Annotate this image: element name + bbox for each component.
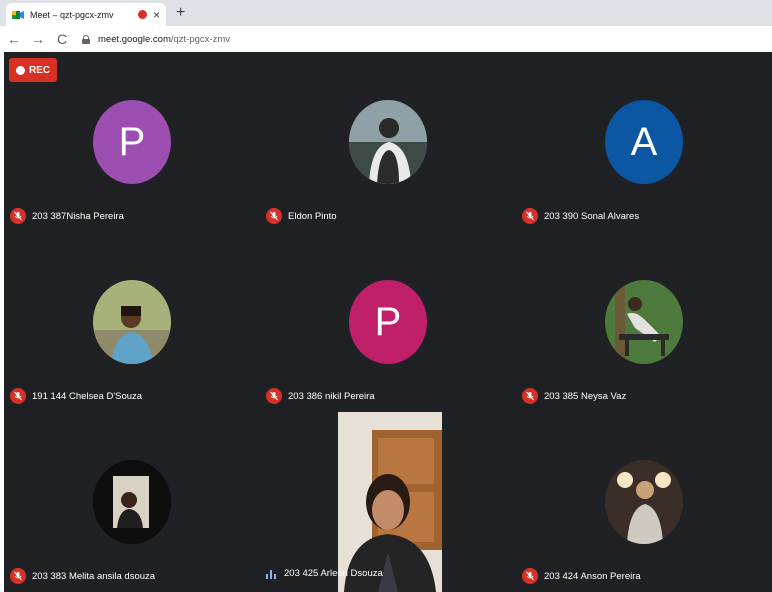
participant-tile[interactable]: A 203 390 Sonal Alvares	[516, 52, 772, 232]
avatar	[349, 100, 427, 184]
participant-tile[interactable]: 203 383 Melita ansila dsouza	[4, 412, 260, 592]
meet-stage: REC P 203 387Nisha Pereira Eldon Pinto A	[4, 52, 772, 592]
mic-off-icon	[266, 388, 282, 404]
avatar	[93, 460, 171, 544]
avatar: A	[605, 100, 683, 184]
avatar: P	[93, 100, 171, 184]
participant-name-bar: 203 385 Neysa Vaz	[522, 388, 626, 404]
tab-title: Meet – qzt-pgcx-zmv	[30, 9, 114, 20]
participant-name: Eldon Pinto	[288, 210, 337, 222]
tab-close-button[interactable]: ×	[153, 9, 160, 21]
participant-name-bar: 203 386 nikil Pereira	[266, 388, 375, 404]
participant-name-bar: 191 144 Chelsea D'Souza	[10, 388, 142, 404]
reload-button[interactable]: C	[52, 31, 72, 47]
participant-tile[interactable]: P 203 387Nisha Pereira	[4, 52, 260, 232]
avatar	[93, 280, 171, 364]
participant-tile[interactable]: 203 385 Neysa Vaz	[516, 232, 772, 412]
participant-name-bar: 203 383 Melita ansila dsouza	[10, 568, 155, 584]
participant-tile[interactable]: 191 144 Chelsea D'Souza	[4, 232, 260, 412]
mic-off-icon	[522, 568, 538, 584]
meet-favicon-icon	[12, 10, 24, 19]
lock-icon	[82, 34, 90, 44]
avatar	[605, 280, 683, 364]
participant-tile[interactable]: 203 424 Anson Pereira	[516, 412, 772, 592]
camera-feed	[338, 412, 442, 592]
url-path: /qzt-pgcx-zmv	[170, 33, 230, 45]
avatar-letter: P	[374, 299, 402, 344]
participant-name: 203 390 Sonal Alvares	[544, 210, 640, 222]
mic-off-icon	[266, 208, 282, 224]
avatar-letter: P	[118, 119, 146, 164]
participant-tile[interactable]: Eldon Pinto	[260, 52, 516, 232]
participant-name: 203 387Nisha Pereira	[32, 210, 124, 222]
participant-name-bar: 203 425 Arleen Dsouza	[266, 568, 383, 579]
avatar	[605, 460, 683, 544]
mic-off-icon	[10, 388, 26, 404]
camera-video	[338, 412, 442, 592]
participant-name: 191 144 Chelsea D'Souza	[32, 390, 143, 402]
profile-photo	[605, 280, 683, 364]
participant-name-bar: 203 390 Sonal Alvares	[522, 208, 639, 224]
speaking-indicator-icon	[266, 569, 276, 579]
profile-photo	[349, 100, 427, 184]
url-host: meet.google.com	[98, 33, 171, 45]
back-button[interactable]: ←	[4, 31, 24, 47]
avatar-letter: A	[630, 119, 658, 164]
participant-name-bar: 203 387Nisha Pereira	[10, 208, 124, 224]
participant-name: 203 424 Anson Pereira	[544, 570, 641, 582]
participant-name: 203 383 Melita ansila dsouza	[32, 570, 156, 582]
participant-name: 203 425 Arleen Dsouza	[284, 568, 383, 579]
participant-tile[interactable]: P 203 386 nikil Pereira	[260, 232, 516, 412]
recording-indicator-icon	[137, 10, 147, 19]
participant-name-bar: Eldon Pinto	[266, 208, 337, 224]
mic-off-icon	[522, 208, 538, 224]
profile-photo	[93, 280, 171, 364]
forward-button[interactable]: →	[28, 31, 48, 47]
browser-chrome: Meet – qzt-pgcx-zmv × + ← → C meet.googl…	[0, 0, 772, 52]
mic-off-icon	[522, 388, 538, 404]
participant-name: 203 386 nikil Pereira	[288, 390, 375, 402]
participant-name: 203 385 Neysa Vaz	[544, 390, 627, 402]
mic-off-icon	[10, 568, 26, 584]
avatar: P	[349, 280, 427, 364]
profile-photo	[605, 460, 683, 544]
address-bar[interactable]: meet.google.com /qzt-pgcx-zmv	[82, 29, 230, 49]
browser-toolbar: ← → C meet.google.com /qzt-pgcx-zmv	[0, 26, 772, 52]
tab-strip: Meet – qzt-pgcx-zmv × +	[0, 0, 772, 26]
mic-off-icon	[10, 208, 26, 224]
profile-photo	[93, 460, 171, 544]
new-tab-button[interactable]: +	[176, 5, 185, 21]
browser-tab-meet[interactable]: Meet – qzt-pgcx-zmv ×	[6, 3, 166, 26]
participant-name-bar: 203 424 Anson Pereira	[522, 568, 641, 584]
